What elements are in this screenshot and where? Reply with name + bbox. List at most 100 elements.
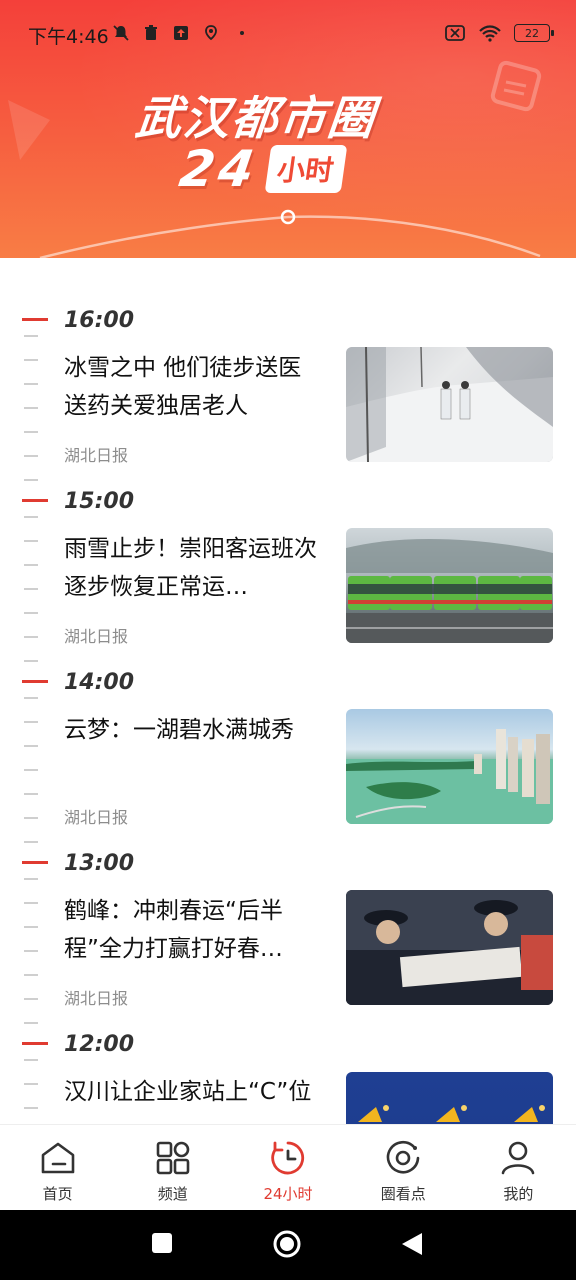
decor-news-icon	[490, 60, 542, 112]
status-icons-left	[112, 24, 244, 42]
status-icons-right: 22	[444, 24, 554, 42]
profile-icon	[502, 1141, 535, 1175]
decor-arc-icon	[39, 209, 541, 258]
timeline-tick	[24, 636, 38, 638]
timeline-tick	[24, 588, 38, 590]
bus-station-image	[346, 538, 553, 643]
timeline-tick	[24, 479, 38, 481]
news-time: 15:00	[64, 489, 135, 514]
timeline-tick	[24, 793, 38, 795]
timeline-tick	[24, 841, 38, 843]
battery-level: 22	[525, 26, 539, 40]
nav-circle-view-label: 圈看点	[380, 1185, 426, 1203]
megaphone-poster-image	[358, 1105, 545, 1122]
timeline-tick	[24, 745, 38, 747]
nav-24h-label: 24小时	[263, 1185, 313, 1203]
system-nav-bar	[0, 1210, 576, 1280]
news-source: 湖北日报	[64, 989, 129, 1008]
no-sim-icon	[445, 25, 465, 41]
nav-channels-label: 频道	[157, 1185, 188, 1203]
news-time: 12:00	[64, 1032, 135, 1057]
timeline-rail	[22, 258, 52, 1124]
timeline-major-tick	[22, 861, 48, 864]
trash-icon	[145, 25, 157, 40]
timeline-tick	[24, 359, 38, 361]
mute-bell-icon	[113, 25, 129, 41]
timeline-major-tick	[22, 499, 48, 502]
header-banner: 下午4:46 22 武汉都市圈 24 小时	[0, 0, 576, 258]
news-title[interactable]: 汉川让企业家站上“C”位	[64, 1073, 322, 1111]
clock-24h-icon	[271, 1141, 305, 1175]
news-timeline[interactable]: 16:00 冰雪之中 他们徒步送医送药关爱独居老人 湖北日报 15:00 雨雪止…	[0, 258, 576, 1124]
timeline-tick	[24, 950, 38, 952]
home-icon	[41, 1142, 74, 1174]
news-thumbnail[interactable]	[346, 1072, 553, 1124]
timeline-tick	[24, 974, 38, 976]
timeline-tick	[24, 878, 38, 880]
timeline-tick	[24, 660, 38, 662]
nav-channels[interactable]: 频道	[115, 1125, 230, 1210]
home-circle-icon[interactable]	[272, 1229, 302, 1259]
nav-circle-view[interactable]: 圈看点	[346, 1125, 461, 1210]
news-time: 16:00	[64, 308, 135, 333]
news-thumbnail[interactable]	[346, 890, 553, 1005]
status-bar: 下午4:46 22	[0, 18, 576, 54]
dot-icon	[240, 31, 244, 35]
timeline-tick	[24, 1107, 38, 1109]
news-title[interactable]: 云梦：一湖碧水满城秀	[64, 711, 322, 749]
news-time: 14:00	[64, 670, 135, 695]
timeline-tick	[24, 998, 38, 1000]
news-title[interactable]: 冰雪之中 他们徒步送医送药关爱独居老人	[64, 349, 322, 425]
timeline-tick	[24, 926, 38, 928]
nav-profile[interactable]: 我的	[461, 1125, 576, 1210]
timeline-major-tick	[22, 680, 48, 683]
timeline-tick	[24, 1059, 38, 1061]
channels-grid-icon	[156, 1141, 190, 1175]
location-icon	[205, 25, 217, 41]
recents-square-icon[interactable]	[150, 1231, 174, 1255]
timeline-tick	[24, 455, 38, 457]
news-thumbnail[interactable]	[346, 347, 553, 462]
snow-scene-image	[346, 347, 553, 462]
battery-indicator: 22	[514, 24, 554, 42]
news-title[interactable]: 鹤峰：冲刺春运“后半程”全力打赢打好春…	[64, 892, 322, 968]
timeline-tick	[24, 564, 38, 566]
timeline-tick	[24, 516, 38, 518]
officers-image	[346, 890, 553, 1005]
timeline-tick	[24, 817, 38, 819]
upload-icon	[174, 26, 188, 40]
timeline-tick	[24, 721, 38, 723]
timeline-tick	[24, 540, 38, 542]
news-source: 湖北日报	[64, 808, 129, 827]
timeline-tick	[24, 407, 38, 409]
bottom-navigation: 首页 频道 24小时 圈看点 我的	[0, 1124, 576, 1210]
news-thumbnail[interactable]	[346, 709, 553, 824]
lake-city-image	[346, 729, 553, 824]
timeline-tick	[24, 431, 38, 433]
circle-view-icon	[386, 1140, 420, 1174]
news-thumbnail[interactable]	[346, 528, 553, 643]
timeline-tick	[24, 769, 38, 771]
banner-title: 武汉都市圈	[132, 91, 379, 145]
news-source: 湖北日报	[64, 627, 129, 646]
timeline-tick	[24, 335, 38, 337]
timeline-tick	[24, 612, 38, 614]
news-time: 13:00	[64, 851, 135, 876]
timeline-major-tick	[22, 1042, 48, 1045]
news-title[interactable]: 雨雪止步！崇阳客运班次逐步恢复正常运…	[64, 530, 322, 606]
nav-home-label: 首页	[42, 1185, 73, 1203]
timeline-tick	[24, 1083, 38, 1085]
wifi-icon	[479, 25, 501, 42]
nav-24h[interactable]: 24小时	[230, 1125, 345, 1210]
banner-pill: 小时	[264, 145, 347, 193]
timeline-tick	[24, 902, 38, 904]
timeline-major-tick	[22, 318, 48, 321]
back-triangle-icon[interactable]	[400, 1231, 424, 1257]
timeline-tick	[24, 1022, 38, 1024]
news-source: 湖北日报	[64, 446, 129, 465]
nav-home[interactable]: 首页	[0, 1125, 115, 1210]
decor-triangle-icon	[8, 100, 50, 160]
status-time: 下午4:46	[28, 26, 109, 48]
nav-profile-label: 我的	[503, 1185, 534, 1203]
timeline-tick	[24, 383, 38, 385]
